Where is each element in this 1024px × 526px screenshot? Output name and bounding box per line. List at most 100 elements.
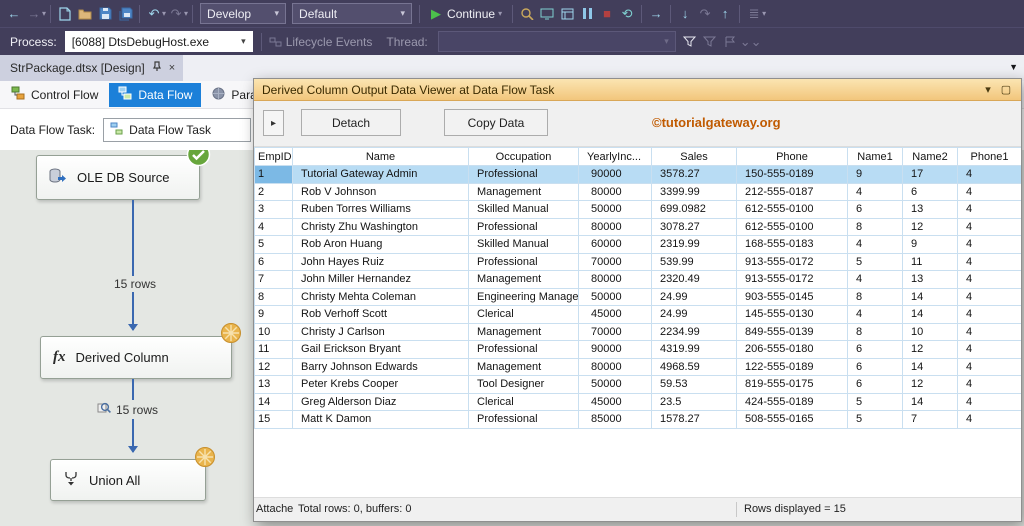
grid-cell[interactable]: John Hayes Ruiz: [292, 252, 469, 271]
grid-cell[interactable]: 699.0982: [651, 200, 737, 219]
grid-row[interactable]: 13 Peter Krebs Cooper Tool Designer 50000 59…: [254, 375, 1021, 394]
grid-cell[interactable]: 539.99: [651, 252, 737, 271]
grid-cell[interactable]: 4: [957, 217, 1021, 236]
grid-cell[interactable]: 90000: [578, 165, 652, 184]
grid-cell[interactable]: 8: [847, 322, 903, 341]
grid-cell[interactable]: 8: [254, 287, 293, 306]
grid-cell[interactable]: 45000: [578, 392, 652, 411]
grid-column-header[interactable]: EmpID: [254, 147, 293, 166]
navigate-dropdown-icon[interactable]: ▾: [42, 9, 46, 18]
grid-cell[interactable]: 5: [847, 252, 903, 271]
tab-data-flow[interactable]: Data Flow: [109, 82, 202, 107]
grid-cell[interactable]: 70000: [578, 252, 652, 271]
grid-cell[interactable]: Professional: [468, 165, 579, 184]
grid-cell[interactable]: 4: [957, 252, 1021, 271]
tab-control-flow[interactable]: Control Flow: [2, 83, 107, 107]
undo-icon[interactable]: ↶: [144, 3, 164, 25]
grid-cell[interactable]: Clerical: [468, 392, 579, 411]
data-path-arrow[interactable]: [128, 200, 138, 331]
grid-cell[interactable]: Professional: [468, 340, 579, 359]
grid-cell[interactable]: 12: [902, 217, 958, 236]
lifecycle-events-label[interactable]: Lifecycle Events: [286, 35, 373, 49]
grid-cell[interactable]: 150-555-0189: [736, 165, 848, 184]
grid-cell[interactable]: Clerical: [468, 305, 579, 324]
grid-cell[interactable]: 14: [902, 357, 958, 376]
grid-cell[interactable]: Management: [468, 322, 579, 341]
toolbar-options-icon[interactable]: ▾: [762, 9, 766, 18]
grid-cell[interactable]: 11: [902, 252, 958, 271]
grid-cell[interactable]: 13: [902, 270, 958, 289]
pin-icon[interactable]: [152, 61, 162, 75]
grid-cell[interactable]: 2319.99: [651, 235, 737, 254]
thread-combobox[interactable]: ▾: [437, 31, 676, 52]
filter-icon[interactable]: [680, 31, 700, 53]
grid-cell[interactable]: 7: [254, 270, 293, 289]
grid-cell[interactable]: 11: [254, 340, 293, 359]
grid-cell[interactable]: 80000: [578, 270, 652, 289]
grid-cell[interactable]: Matt K Damon: [292, 410, 469, 429]
redo-icon[interactable]: ↷: [166, 3, 186, 25]
ole-db-source-box[interactable]: OLE DB Source: [36, 142, 211, 200]
grid-cell[interactable]: 4: [957, 322, 1021, 341]
grid-cell[interactable]: 903-555-0145: [736, 287, 848, 306]
grid-row[interactable]: 15 Matt K Damon Professional 85000 1578.27 50…: [254, 410, 1021, 429]
grid-cell[interactable]: 913-555-0172: [736, 252, 848, 271]
grid-column-header[interactable]: YearlyInc...: [578, 147, 652, 166]
grid-cell[interactable]: 12: [254, 357, 293, 376]
chevron-down-icon[interactable]: ▾: [979, 83, 997, 96]
open-folder-icon[interactable]: [75, 3, 95, 25]
grid-cell[interactable]: 2234.99: [651, 322, 737, 341]
process-combobox[interactable]: [6088] DtsDebugHost.exe ▾: [64, 31, 253, 52]
grid-cell[interactable]: 4: [847, 305, 903, 324]
grid-cell[interactable]: 10: [902, 322, 958, 341]
grid-cell[interactable]: Professional: [468, 410, 579, 429]
redo-dropdown-icon[interactable]: ▾: [184, 9, 188, 18]
grid-cell[interactable]: Management: [468, 270, 579, 289]
grid-cell[interactable]: 3078.27: [651, 217, 737, 236]
grid-cell[interactable]: 168-555-0183: [736, 235, 848, 254]
grid-cell[interactable]: 14: [902, 392, 958, 411]
grid-cell[interactable]: Gail Erickson Bryant: [292, 340, 469, 359]
grid-cell[interactable]: 6: [254, 252, 293, 271]
step-into-icon[interactable]: ↓: [675, 3, 695, 25]
grid-row[interactable]: 1 Tutorial Gateway Admin Professional 90000…: [254, 165, 1021, 184]
grid-cell[interactable]: 1: [254, 165, 293, 184]
grid-cell[interactable]: 424-555-0189: [736, 392, 848, 411]
grid-cell[interactable]: Management: [468, 182, 579, 201]
grid-cell[interactable]: 3: [254, 200, 293, 219]
grid-cell[interactable]: 14: [902, 287, 958, 306]
grid-row[interactable]: 5 Rob Aron Huang Skilled Manual 60000 2319.9…: [254, 235, 1021, 254]
grid-cell[interactable]: 59.53: [651, 375, 737, 394]
grid-cell[interactable]: 14: [254, 392, 293, 411]
grid-cell[interactable]: 12: [902, 340, 958, 359]
grid-row[interactable]: 2 Rob V Johnson Management 80000 3399.99 212-…: [254, 182, 1021, 201]
grid-cell[interactable]: 8: [847, 217, 903, 236]
grid-column-header[interactable]: Name2: [902, 147, 958, 166]
grid-cell[interactable]: 85000: [578, 410, 652, 429]
grid-row[interactable]: 3 Ruben Torres Williams Skilled Manual 5000…: [254, 200, 1021, 219]
grid-column-header[interactable]: Name1: [847, 147, 903, 166]
grid-cell[interactable]: 3399.99: [651, 182, 737, 201]
grid-cell[interactable]: Barry Johnson Edwards: [292, 357, 469, 376]
grid-row[interactable]: 8 Christy Mehta Coleman Engineering Manage…: [254, 287, 1021, 306]
grid-cell[interactable]: 13: [254, 375, 293, 394]
grid-cell[interactable]: Ruben Torres Williams: [292, 200, 469, 219]
grid-cell[interactable]: Rob V Johnson: [292, 182, 469, 201]
grid-cell[interactable]: Management: [468, 357, 579, 376]
grid-cell[interactable]: 13: [902, 200, 958, 219]
grid-column-header[interactable]: Sales: [651, 147, 737, 166]
grid-cell[interactable]: 4: [254, 217, 293, 236]
grid-row[interactable]: 14 Greg Alderson Diaz Clerical 45000 23.5 424…: [254, 392, 1021, 411]
grid-cell[interactable]: 612-555-0100: [736, 217, 848, 236]
grid-cell[interactable]: 4: [957, 340, 1021, 359]
grid-cell[interactable]: 4: [957, 270, 1021, 289]
continue-button[interactable]: ▶ Continue ▾: [424, 3, 508, 25]
grid-cell[interactable]: 4: [957, 200, 1021, 219]
grid-cell[interactable]: 80000: [578, 357, 652, 376]
grid-row[interactable]: 6 John Hayes Ruiz Professional 70000 539.99 9…: [254, 252, 1021, 271]
grid-cell[interactable]: 14: [902, 305, 958, 324]
grid-cell[interactable]: 50000: [578, 287, 652, 306]
tab-list-icon[interactable]: ▼: [1009, 62, 1018, 72]
grid-cell[interactable]: 4: [957, 182, 1021, 201]
grid-cell[interactable]: 17: [902, 165, 958, 184]
